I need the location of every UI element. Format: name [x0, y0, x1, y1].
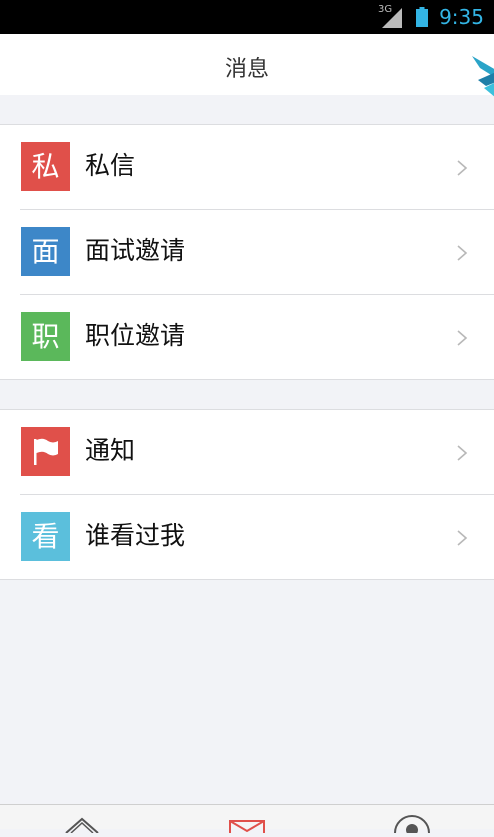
- signal-icon: 3G: [378, 4, 404, 28]
- list-item-who-viewed-me[interactable]: 看 谁看过我: [0, 495, 494, 580]
- message-group-1: 私 私信 面 面试邀请 职 职位邀请: [0, 124, 494, 380]
- list-item-label: 私信: [85, 151, 136, 180]
- list-item-private-message[interactable]: 私 私信: [0, 125, 494, 210]
- chevron-right-icon: [457, 330, 468, 346]
- status-time: 9:35: [439, 5, 484, 29]
- list-item-label: 面试邀请: [85, 236, 186, 265]
- profile-icon: [394, 815, 430, 837]
- who-viewed-icon: 看: [21, 512, 70, 561]
- mail-icon: [229, 820, 265, 836]
- list-item-label: 通知: [85, 436, 136, 465]
- battery-icon: [416, 7, 428, 27]
- app-logo-icon: [470, 52, 494, 100]
- header: 消息: [0, 34, 494, 97]
- list-item-notifications[interactable]: 通知: [0, 410, 494, 495]
- interview-invite-icon: 面: [21, 227, 70, 276]
- job-invite-icon: 职: [21, 312, 70, 361]
- private-message-icon: 私: [21, 142, 70, 191]
- list-item-interview-invite[interactable]: 面 面试邀请: [0, 210, 494, 295]
- tab-profile[interactable]: [392, 813, 432, 837]
- tab-home[interactable]: [62, 813, 102, 834]
- chevron-right-icon: [457, 245, 468, 261]
- tab-messages[interactable]: [227, 813, 267, 836]
- network-type: 3G: [378, 4, 393, 15]
- status-bar: 3G 9:35: [0, 0, 494, 34]
- chevron-right-icon: [457, 445, 468, 461]
- bottom-tab-bar: [0, 804, 494, 837]
- list-item-job-invite[interactable]: 职 职位邀请: [0, 295, 494, 380]
- flag-icon: [21, 427, 70, 476]
- page-title: 消息: [224, 57, 269, 82]
- message-group-2: 通知 看 谁看过我: [0, 409, 494, 580]
- chevron-right-icon: [457, 530, 468, 546]
- home-icon: [65, 817, 99, 834]
- chevron-right-icon: [457, 160, 468, 176]
- list-item-label: 职位邀请: [85, 321, 186, 350]
- list-item-label: 谁看过我: [85, 521, 186, 550]
